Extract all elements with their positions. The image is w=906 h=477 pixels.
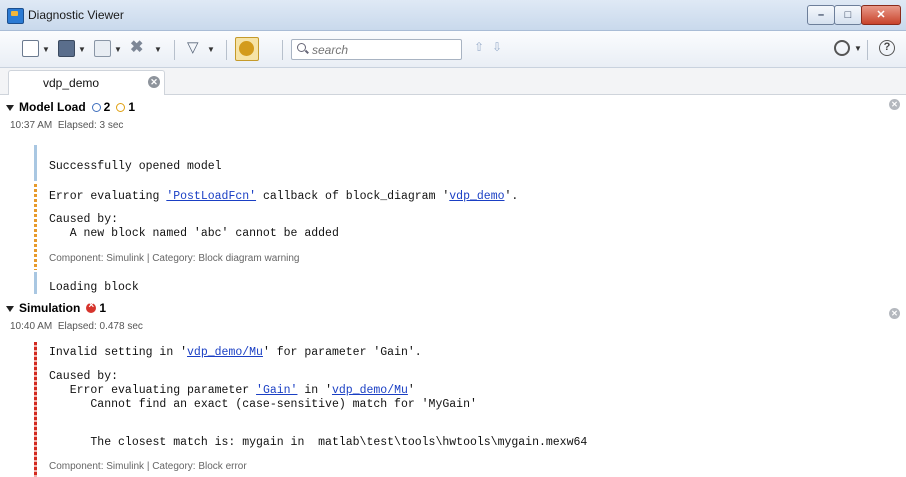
collapse-triangle-icon[interactable]: [6, 305, 14, 312]
section-title: Model Load: [19, 100, 86, 114]
close-window-button[interactable]: ✕: [861, 5, 901, 25]
title-bar: Diagnostic Viewer – □ ✕: [0, 0, 906, 31]
message-text-part: Invalid setting in ': [49, 346, 188, 359]
settings-gear-icon[interactable]: [834, 40, 850, 56]
diagnostic-viewer-window: Diagnostic Viewer – □ ✕ ▼ ▼ ▼ ✖ ▼ ▽ ▼ se…: [0, 0, 906, 477]
toolbar-separator: [282, 40, 283, 60]
tab-strip: vdp_demo ✕: [0, 68, 906, 95]
search-box[interactable]: [291, 39, 462, 60]
gain-link[interactable]: 'Gain': [256, 384, 297, 397]
error-icon: [86, 300, 97, 313]
section-elapsed: Elapsed: 3 sec: [57, 120, 124, 131]
message-text: Invalid setting in 'vdp_demo/Mu' for par…: [49, 346, 422, 359]
cause-text: The closest match is: mygain in matlab\t…: [49, 436, 588, 449]
component-category: Component: Simulink | Category: Block er…: [49, 461, 247, 472]
message-text-part: in ': [297, 384, 332, 397]
vdp-demo-mu-link[interactable]: vdp_demo/Mu: [332, 384, 408, 397]
warning-icon: [116, 103, 126, 112]
toolbar-separator: [226, 40, 227, 60]
info-bar: [34, 145, 37, 181]
component-category: Component: Simulink | Category: Block di…: [49, 253, 300, 264]
minimize-button[interactable]: –: [807, 5, 835, 25]
filter-icon: ▽: [187, 39, 199, 56]
chevron-down-icon: ▼: [154, 45, 162, 54]
help-icon[interactable]: ?: [879, 40, 895, 56]
info-count: 2: [103, 100, 111, 114]
chevron-down-icon[interactable]: ▼: [854, 44, 862, 53]
tab-vdp-demo[interactable]: vdp_demo ✕: [8, 70, 165, 95]
section-timestamp: 10:40 AM Elapsed: 0.478 sec: [10, 321, 143, 332]
next-result-icon[interactable]: ⇩: [492, 40, 502, 54]
section-header-simulation[interactable]: Simulation 1: [6, 300, 107, 315]
delete-icon: ✖: [130, 39, 144, 56]
vdp-demo-mu-link[interactable]: vdp_demo/Mu: [187, 346, 263, 359]
chevron-down-icon: ▼: [114, 45, 122, 54]
tab-label: vdp_demo: [43, 76, 100, 90]
section-elapsed: Elapsed: 0.478 sec: [57, 321, 143, 332]
caused-by-label: Caused by:: [49, 370, 119, 383]
save-icon: [58, 40, 75, 57]
close-section-icon[interactable]: ✕: [889, 308, 900, 319]
app-icon: [7, 8, 24, 24]
cause-text: Error evaluating parameter 'Gain' in 'vd…: [49, 384, 415, 397]
previous-result-icon[interactable]: ⇧: [474, 40, 484, 54]
cause-text: Cannot find an exact (case-sensitive) ma…: [49, 398, 477, 411]
warning-bar: [34, 184, 37, 270]
close-tab-icon[interactable]: ✕: [148, 76, 160, 88]
postloadfcn-link[interactable]: 'PostLoadFcn': [166, 190, 256, 203]
collapse-triangle-icon[interactable]: [6, 104, 14, 111]
cause-text: A new block named 'abc' cannot be added: [49, 227, 339, 240]
section-timestamp: 10:37 AM Elapsed: 3 sec: [10, 120, 123, 131]
section-time: 10:40 AM: [10, 321, 53, 332]
message-text: Successfully opened model: [49, 160, 222, 173]
message-text-part: '.: [504, 190, 519, 203]
message-text-part: callback of block_diagram ': [256, 190, 450, 203]
toolbar-separator: [174, 40, 175, 60]
chevron-down-icon: ▼: [78, 45, 86, 54]
group-toggle-button[interactable]: [235, 37, 259, 61]
section-time: 10:37 AM: [10, 120, 53, 131]
minimize-icon: –: [817, 9, 825, 21]
close-icon: ✕: [876, 9, 886, 21]
window-title: Diagnostic Viewer: [28, 8, 124, 22]
search-icon: [297, 43, 306, 52]
caused-by-label: Caused by:: [49, 213, 119, 226]
message-text-part: ': [407, 384, 415, 397]
maximize-button[interactable]: □: [834, 5, 862, 25]
message-text: Loading block: [49, 281, 139, 294]
error-bar: [34, 342, 37, 477]
message-text-part: Error evaluating parameter: [49, 384, 257, 397]
chevron-down-icon: ▼: [42, 45, 50, 54]
view-icon: [22, 40, 39, 57]
message-text-part: Error evaluating: [49, 190, 167, 203]
chevron-down-icon: ▼: [207, 45, 215, 54]
close-section-icon[interactable]: ✕: [889, 99, 900, 110]
section-header-model-load[interactable]: Model Load 2 1: [6, 100, 135, 114]
message-text: Error evaluating 'PostLoadFcn' callback …: [49, 190, 518, 203]
search-input[interactable]: [310, 41, 459, 58]
group-icon: [239, 41, 254, 56]
error-count: 1: [99, 301, 107, 315]
info-icon: [91, 103, 101, 112]
maximize-icon: □: [844, 9, 852, 21]
copy-icon: [94, 40, 111, 57]
message-text-part: ' for parameter 'Gain'.: [262, 346, 422, 359]
vdp-demo-link[interactable]: vdp_demo: [449, 190, 504, 203]
warning-count: 1: [128, 100, 136, 114]
info-bar: [34, 272, 37, 294]
toolbar-separator: [867, 40, 868, 60]
section-title: Simulation: [19, 301, 81, 315]
